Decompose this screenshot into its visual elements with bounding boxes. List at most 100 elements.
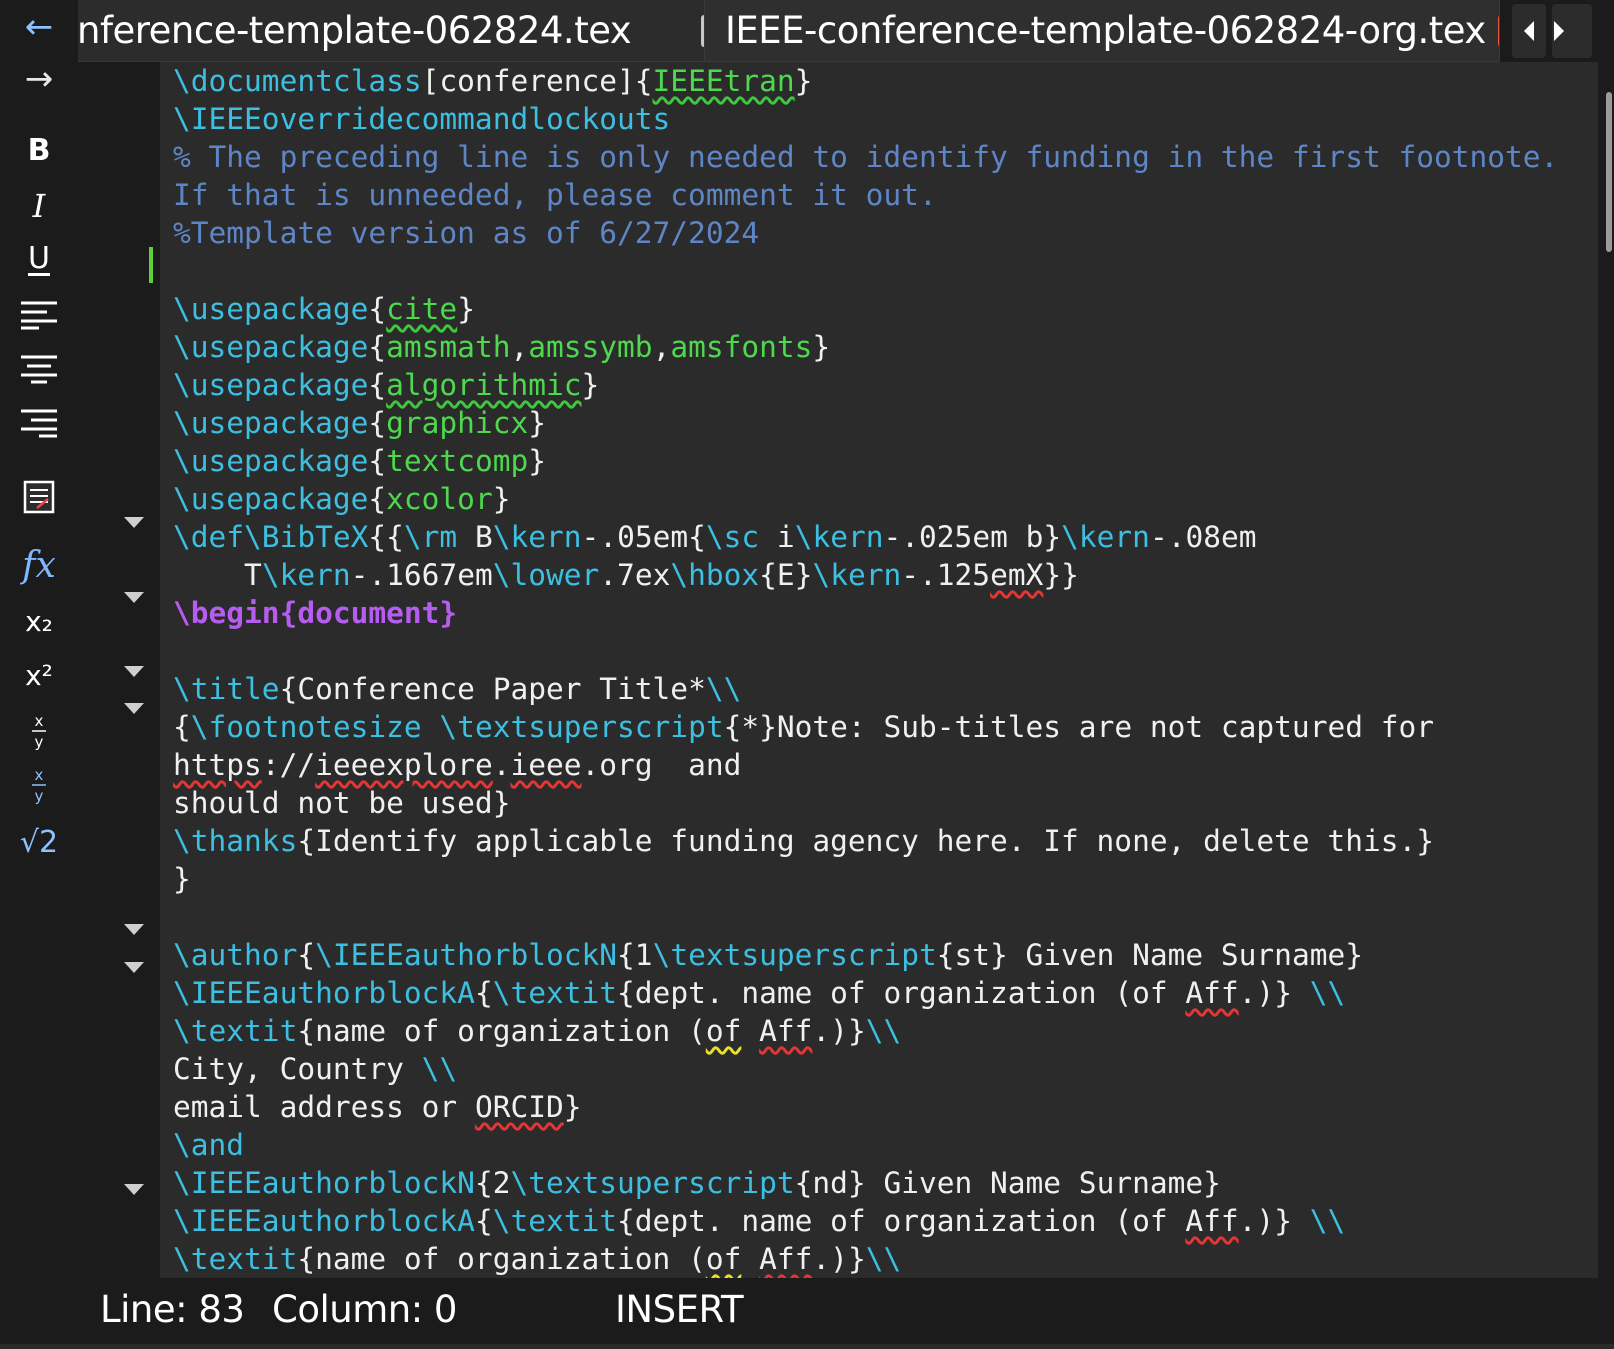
function-icon[interactable]: fx [0,548,78,584]
align-right-icon[interactable] [0,408,78,438]
code-token: .)} [812,1014,866,1048]
code-line[interactable]: https://ieeexplore.ieee.org and [173,746,1558,784]
code-token: Aff [1185,976,1239,1010]
code-line[interactable]: \IEEEoverridecommandlockouts [173,100,1558,138]
code-token: .)} [812,1242,866,1276]
code-line[interactable]: T\kern-.1667em\lower.7ex\hbox{E}\kern-.1… [173,556,1558,594]
code-token: .)} [1238,976,1310,1010]
tab-scroll-right-button[interactable] [1552,4,1592,58]
italic-icon[interactable]: I [0,190,78,222]
code-token: \and [173,1128,245,1162]
code-token: algorithmic [386,368,582,402]
code-line[interactable]: should not be used} [173,784,1558,822]
code-token: T [173,558,262,592]
fold-toggle-icon[interactable] [124,592,144,603]
sqrt-icon[interactable]: √2 [0,828,78,858]
code-line[interactable]: %Template version as of 6/27/2024 [173,214,1558,252]
bold-icon[interactable]: B [0,136,78,166]
code-token: \\ [421,1052,458,1086]
code-line[interactable]: City, Country \\ [173,1050,1558,1088]
code-line[interactable]: \usepackage{xcolor} [173,480,1558,518]
code-token: \textit [492,1204,618,1238]
fold-toggle-icon[interactable] [124,962,144,973]
code-token: } [528,406,546,440]
code-line[interactable]: \textit{name of organization (of Aff.)}\… [173,1012,1558,1050]
code-line[interactable]: \textit{name of organization (of Aff.)}\… [173,1240,1558,1278]
vertical-scrollbar[interactable] [1598,62,1614,1278]
code-token: -.1667em [350,558,493,592]
code-line[interactable] [173,252,1558,290]
code-line[interactable]: \usepackage{graphicx} [173,404,1558,442]
code-token: \sc [705,520,760,554]
chevron-right-icon [1554,21,1564,41]
code-line[interactable]: \and [173,1126,1558,1164]
align-center-icon[interactable] [0,354,78,384]
code-token: {{ [368,520,404,554]
fold-toggle-icon[interactable] [124,703,144,714]
close-icon[interactable] [1497,14,1499,47]
code-text[interactable]: \documentclass[conference]{IEEEtran} \IEE… [173,62,1558,1278]
code-line[interactable]: {\footnotesize \textsuperscript{*}Note: … [173,708,1558,746]
code-line[interactable]: \usepackage{cite} [173,290,1558,328]
code-line[interactable]: \IEEEauthorblockA{\textit{dept. name of … [173,1202,1558,1240]
code-token: amsfonts [670,330,813,364]
code-token: % The preceding line is only needed to i… [173,140,1559,174]
scrollbar-thumb[interactable] [1606,92,1612,252]
svg-text:x: x [35,712,44,730]
align-left-icon[interactable] [0,300,78,330]
code-line[interactable]: \usepackage{textcomp} [173,442,1558,480]
code-editor[interactable]: \documentclass[conference]{IEEEtran} \IEE… [160,62,1598,1278]
code-token: { [173,710,191,744]
code-token: \def [173,520,245,554]
document-icon[interactable] [0,480,78,514]
code-token: .)} [1238,1204,1310,1238]
code-token: } [173,862,191,896]
code-token: If that is unneeded, please comment it o… [173,178,937,212]
code-token: ieeexplore [315,748,493,782]
code-line[interactable]: \usepackage{amsmath,amssymb,amsfonts} [173,328,1558,366]
code-token: \author [173,938,298,972]
forward-arrow-icon[interactable]: → [0,62,78,96]
code-line[interactable] [173,898,1558,936]
small-fraction-icon[interactable]: xy [0,766,78,804]
fold-toggle-icon[interactable] [124,924,144,935]
code-token: {name of organization ( [297,1242,706,1276]
code-line[interactable]: \def\BibTeX{{\rm B\kern-.05em{\sc i\kern… [173,518,1558,556]
code-line[interactable]: \author{\IEEEauthorblockN{1\textsuperscr… [173,936,1558,974]
code-line[interactable]: % The preceding line is only needed to i… [173,138,1558,176]
fold-toggle-icon[interactable] [124,666,144,677]
code-line[interactable]: \IEEEauthorblockA{\textit{dept. name of … [173,974,1558,1012]
tab-label: IEEE-conference-template-062824-org.tex [725,9,1486,52]
tab-template[interactable]: nference-template-062824.tex [78,0,756,62]
code-token: {Conference Paper Title* [279,672,706,706]
code-token: } [528,444,546,478]
code-line[interactable]: \IEEEauthorblockN{2\textsuperscript{nd} … [173,1164,1558,1202]
code-line[interactable]: If that is unneeded, please comment it o… [173,176,1558,214]
code-token: \begin{ [173,596,298,630]
code-token: ORCID [474,1090,564,1124]
subscript-icon[interactable]: x₂ [0,608,78,636]
underline-icon[interactable]: U [0,244,78,274]
code-line[interactable] [173,632,1558,670]
code-line[interactable]: email address or ORCID} [173,1088,1558,1126]
code-token: \\ [1309,1204,1346,1238]
code-line[interactable]: \begin{document} [173,594,1558,632]
code-line[interactable]: \usepackage{algorithmic} [173,366,1558,404]
tab-scroll-left-button[interactable] [1512,4,1546,58]
back-arrow-icon[interactable]: ← [0,10,78,44]
code-line[interactable]: \documentclass[conference]{IEEEtran} [173,62,1558,100]
code-token: City, Country [173,1052,422,1086]
superscript-icon[interactable]: x² [0,662,78,690]
code-token: { [368,444,387,478]
code-line[interactable]: \thanks{Identify applicable funding agen… [173,822,1558,860]
fold-toggle-icon[interactable] [124,517,144,528]
tab-template-org[interactable]: IEEE-conference-template-062824-org.tex [704,0,1500,62]
code-line[interactable]: \title{Conference Paper Title*\\ [173,670,1558,708]
fraction-icon[interactable]: xy [0,712,78,750]
code-token: textcomp [386,444,529,478]
code-token: \textsuperscript [652,938,937,972]
cursor-line: Line: 83 [100,1288,245,1331]
fold-toggle-icon[interactable] [124,1184,144,1195]
code-line[interactable]: } [173,860,1558,898]
